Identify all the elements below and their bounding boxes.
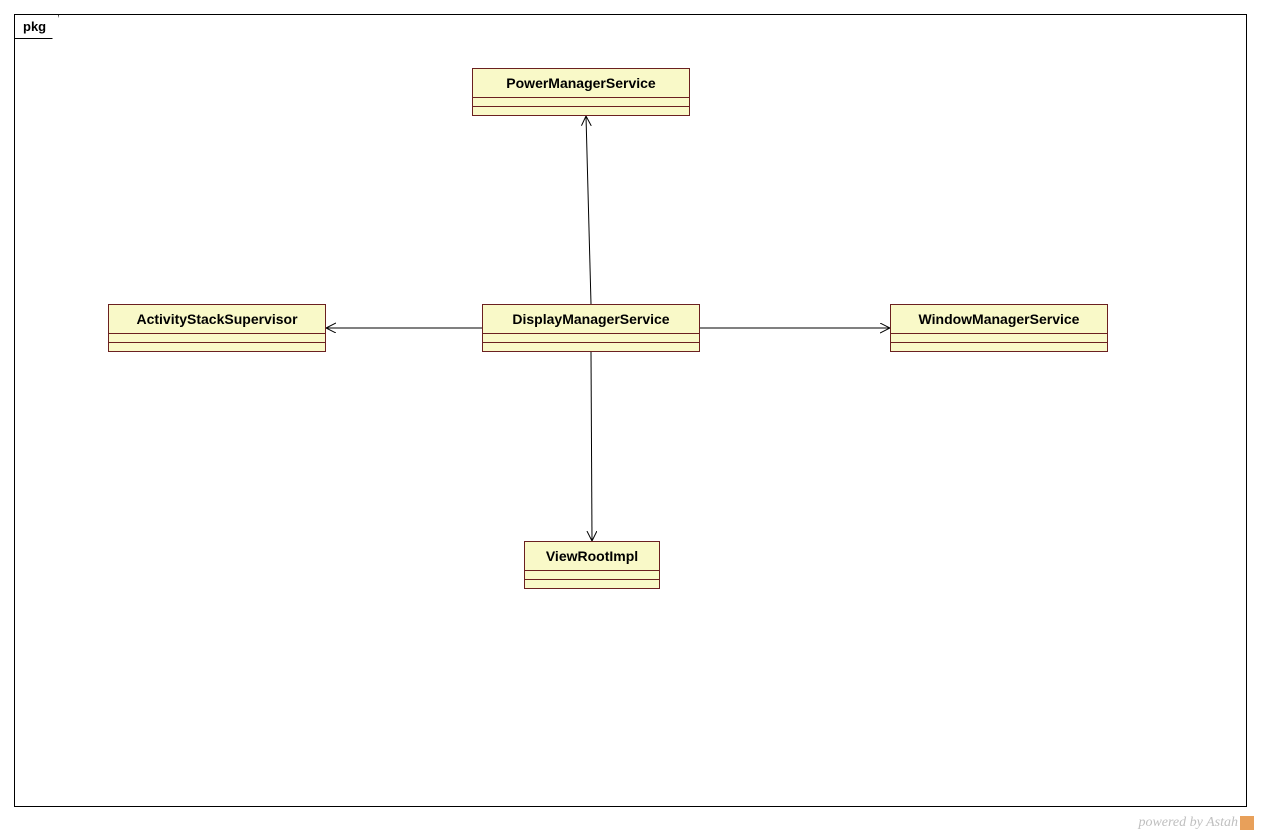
class-attributes-section xyxy=(473,98,689,107)
class-operations-section xyxy=(109,343,325,351)
class-name-label: DisplayManagerService xyxy=(483,305,699,334)
class-attributes-section xyxy=(483,334,699,343)
package-label: pkg xyxy=(23,19,46,34)
watermark: powered by Astah xyxy=(1138,815,1254,831)
class-attributes-section xyxy=(891,334,1107,343)
class-name-label: ViewRootImpl xyxy=(525,542,659,571)
class-name-label: PowerManagerService xyxy=(473,69,689,98)
astah-logo-icon xyxy=(1240,816,1254,830)
watermark-text: powered by Astah xyxy=(1138,815,1238,830)
class-view-root-impl: ViewRootImpl xyxy=(524,541,660,589)
class-window-manager-service: WindowManagerService xyxy=(890,304,1108,352)
class-attributes-section xyxy=(109,334,325,343)
connectors-layer xyxy=(15,15,1248,808)
class-name-label: WindowManagerService xyxy=(891,305,1107,334)
class-operations-section xyxy=(473,107,689,115)
class-activity-stack-supervisor: ActivityStackSupervisor xyxy=(108,304,326,352)
connector-dm-vr xyxy=(591,352,592,541)
class-name-label: ActivityStackSupervisor xyxy=(109,305,325,334)
class-attributes-section xyxy=(525,571,659,580)
package-tab: pkg xyxy=(14,14,59,39)
class-operations-section xyxy=(483,343,699,351)
diagram-frame: pkg PowerManagerService DisplayManagerSe… xyxy=(14,14,1247,807)
class-display-manager-service: DisplayManagerService xyxy=(482,304,700,352)
class-power-manager-service: PowerManagerService xyxy=(472,68,690,116)
class-operations-section xyxy=(891,343,1107,351)
connector-dm-pm xyxy=(586,116,591,304)
class-operations-section xyxy=(525,580,659,588)
